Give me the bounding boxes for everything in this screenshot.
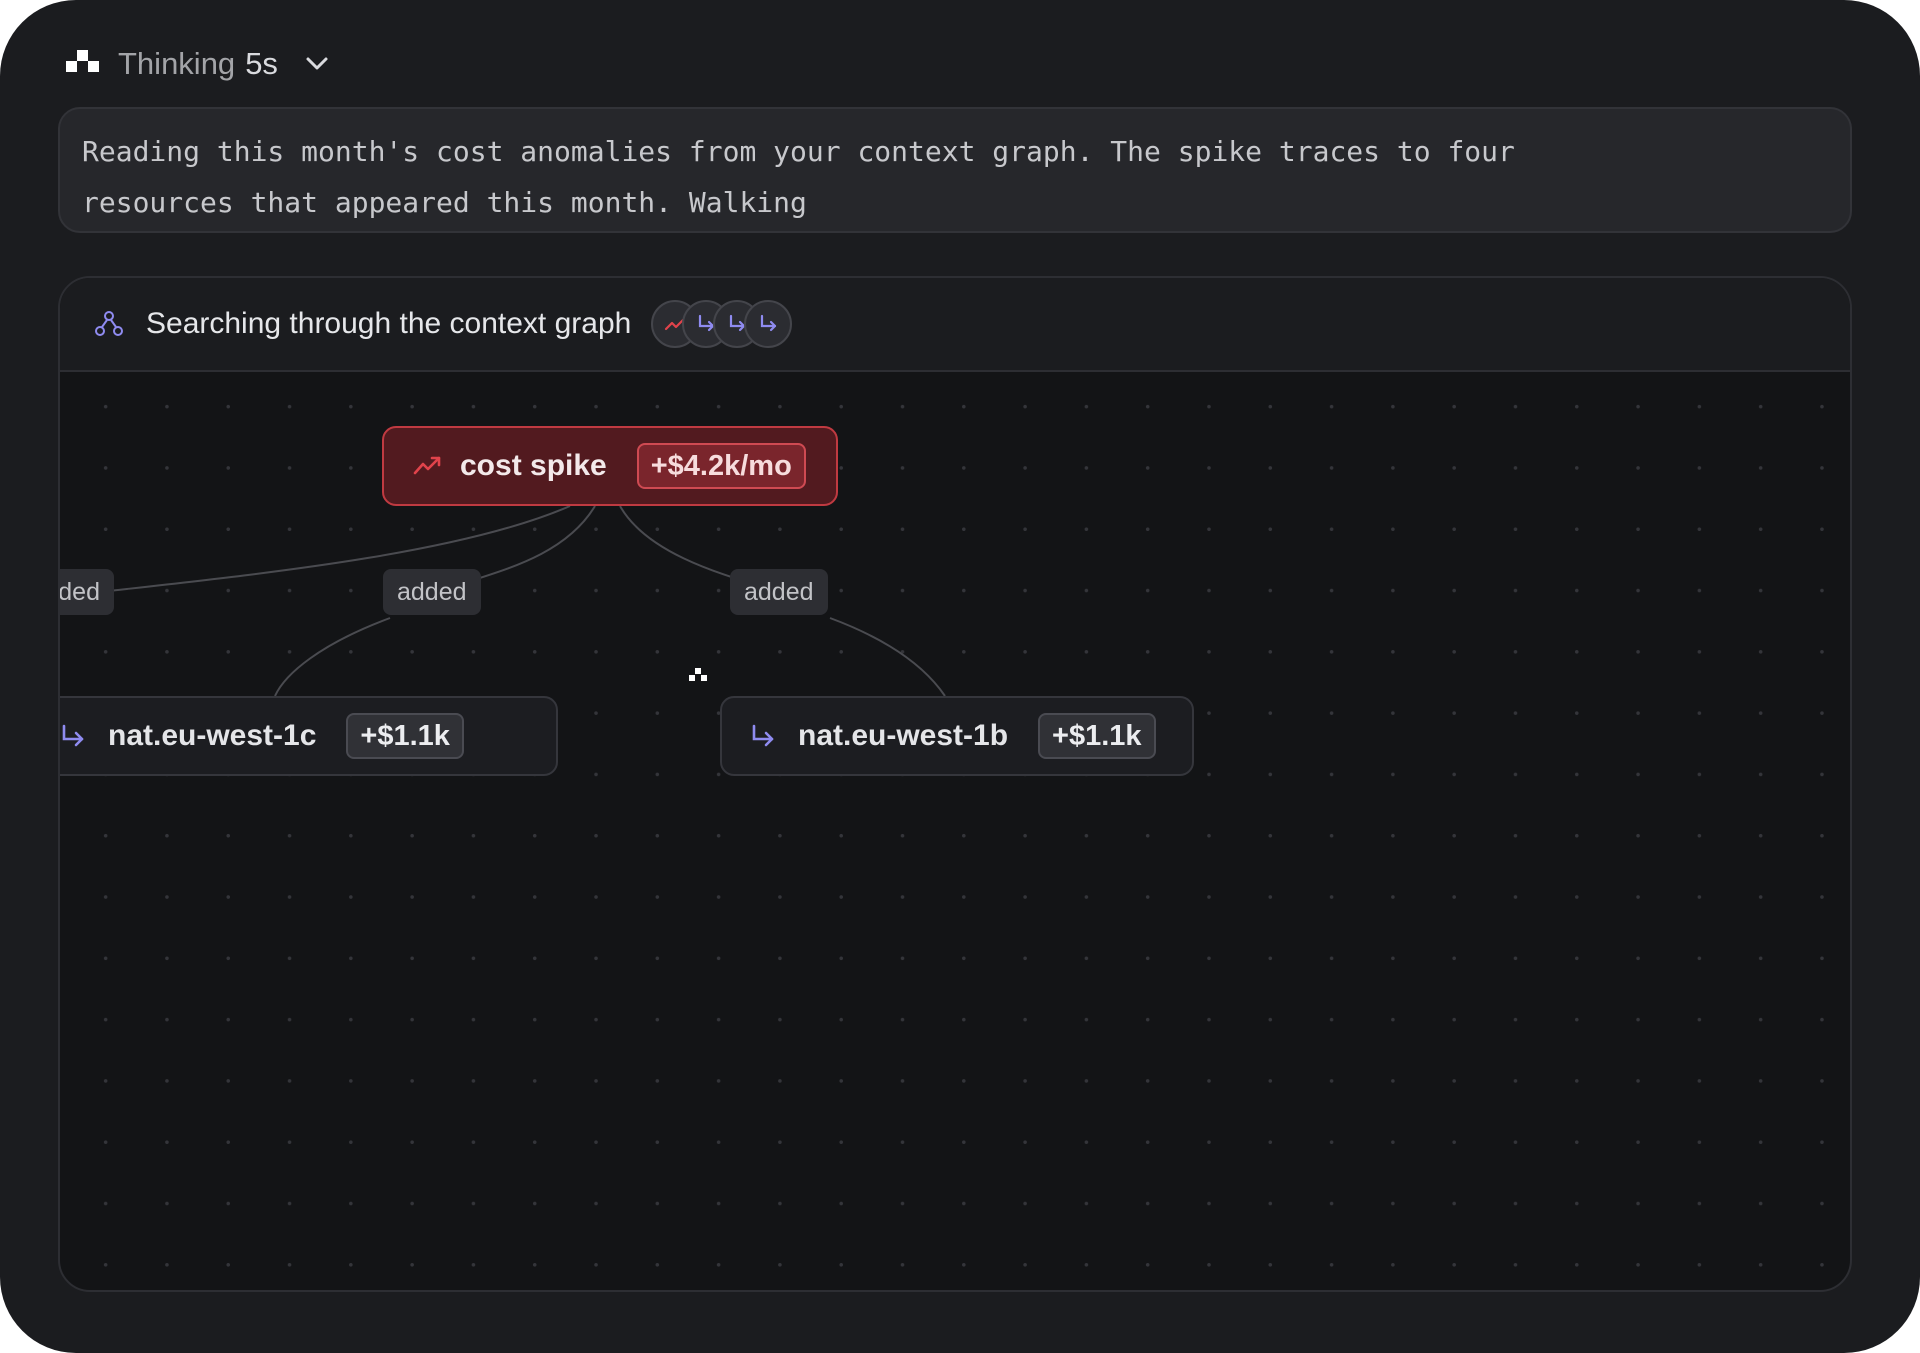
graph-canvas[interactable]: ded added added cost spike +$4.2k/mo nat… [60,374,1850,1290]
node-label: nat.eu-west-1b [798,719,1009,752]
app-logo-icon [66,50,99,72]
node-label: nat.eu-west-1c [108,719,317,752]
node-cost-spike[interactable]: cost spike +$4.2k/mo [382,426,838,506]
node-chip-stack [651,300,793,348]
context-graph-panel: Searching through the context graph ded … [58,276,1852,1292]
edge-line [99,505,571,593]
cost-badge: +$1.1k [346,713,464,759]
edge-label: added [730,569,828,615]
cost-badge: +$4.2k/mo [636,443,806,489]
graph-icon [95,311,123,336]
edge-label: added [383,569,481,615]
app-window: Thinking 5s Reading this month's cost an… [0,0,1920,1353]
thinking-toggle[interactable]: Thinking 5s [66,44,332,84]
reasoning-text: Reading this month's cost anomalies from… [82,135,1515,219]
panel-header: Searching through the context graph [60,278,1850,372]
edge-line [274,617,391,697]
loading-indicator-icon [689,668,707,681]
edge-label: ded [60,569,114,615]
trending-up-icon [413,456,441,475]
thinking-duration: 5s [245,46,278,81]
cost-badge: +$1.1k [1038,713,1156,759]
node-label: cost spike [460,449,607,482]
graph-edges [99,505,946,697]
edge-line [829,617,946,697]
panel-title: Searching through the context graph [146,307,632,340]
arrow-turn-down-right-icon [761,314,777,332]
arrow-turn-down-right-icon [752,724,774,747]
chip-resource[interactable] [744,300,793,348]
node-nat-eu-west-1b[interactable]: nat.eu-west-1b +$1.1k [720,696,1194,776]
arrow-turn-down-right-icon [62,724,84,747]
chevron-down-icon[interactable] [302,49,332,79]
thinking-label: Thinking [118,46,236,81]
node-nat-eu-west-1c[interactable]: nat.eu-west-1c +$1.1k [60,696,558,776]
reasoning-box: Reading this month's cost anomalies from… [58,107,1852,233]
